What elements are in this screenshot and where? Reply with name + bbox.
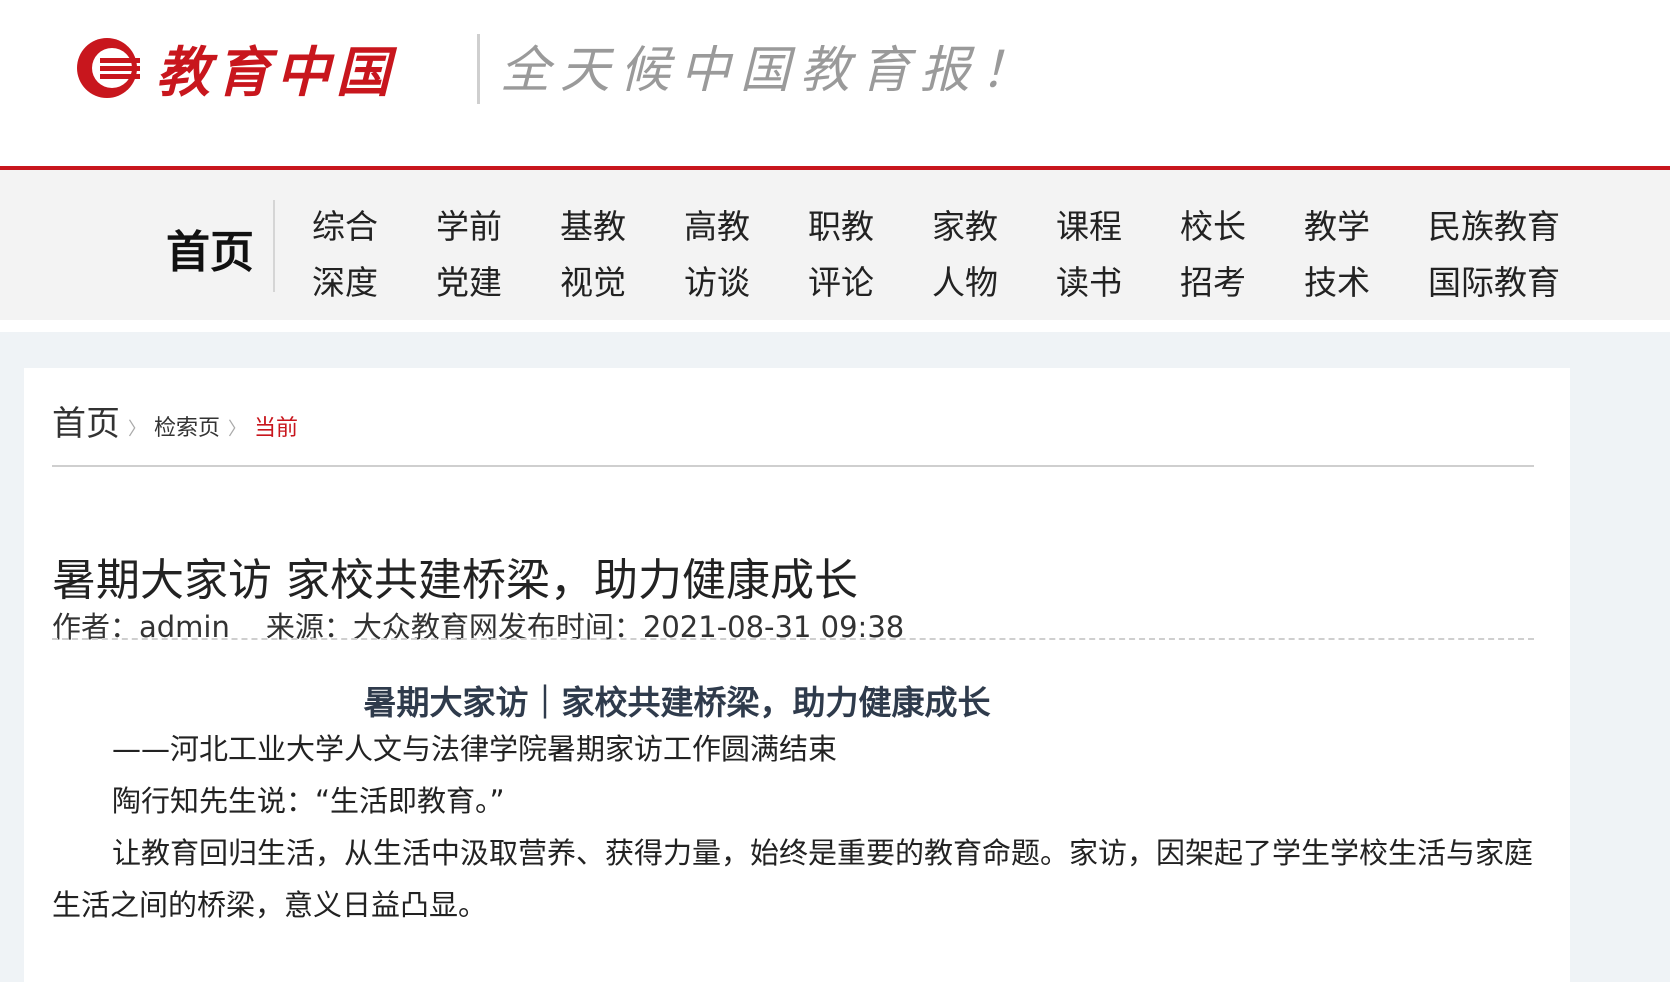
nav-item-jijiao[interactable]: 基教 [560,200,684,248]
breadcrumb-current: 当前 [254,416,299,441]
nav-item-xiaozhang[interactable]: 校长 [1180,200,1304,248]
nav-row-2: 深度 党建 视觉 访谈 评论 人物 读书 招考 技术 国际教育 [312,252,1588,308]
nav-item-renwu[interactable]: 人物 [932,256,1056,304]
nav-row-1: 综合 学前 基教 高教 职教 家教 课程 校长 教学 民族教育 [312,196,1588,252]
nav-item-guoji[interactable]: 国际教育 [1428,256,1588,304]
nav-item-shendu[interactable]: 深度 [312,256,436,304]
breadcrumb: 首页 〉 检索页 〉 当前 [52,396,298,445]
article-paragraph: 让教育回归生活，从生活中汲取营养、获得力量，始终是重要的教育命题。家访，因架起了… [52,836,1534,922]
breadcrumb-search[interactable]: 检索页 [154,410,220,442]
chevron-right-icon: 〉 [228,419,247,440]
article-title: 暑期大家访 家校共建桥梁，助力健康成长 [52,555,858,606]
nav-item-zhaokao[interactable]: 招考 [1180,256,1304,304]
nav-item-pinglun[interactable]: 评论 [808,256,932,304]
article-paragraph: 陶行知先生说：“生活即教育。” [112,784,505,818]
nav-grid: 综合 学前 基教 高教 职教 家教 课程 校长 教学 民族教育 深度 党建 视觉… [312,196,1588,308]
nav-item-dushu[interactable]: 读书 [1056,256,1180,304]
site-slogan: 全天候中国教育报！ [500,41,1040,99]
article-subtitle: 暑期大家访｜家校共建桥梁，助力健康成长 [363,683,991,722]
meta-divider [52,638,1534,640]
nav-divider [273,200,275,292]
nav-home-link[interactable]: 首页 [166,216,254,280]
nav-item-zonghe[interactable]: 综合 [312,200,436,248]
logo-text: 教育中国 [156,40,396,104]
nav-item-xueqian[interactable]: 学前 [436,200,560,248]
nav-item-minzu[interactable]: 民族教育 [1428,200,1588,248]
nav-item-zhijiao[interactable]: 职教 [808,200,932,248]
nav-item-kecheng[interactable]: 课程 [1056,200,1180,248]
nav-item-jiaoxue[interactable]: 教学 [1304,200,1428,248]
slogan-divider [477,34,480,104]
breadcrumb-divider [52,465,1534,467]
logo-e-icon [77,37,140,98]
article-card: 首页 〉 检索页 〉 当前 暑期大家访 家校共建桥梁，助力健康成长 作者：adm… [24,368,1570,982]
nav-item-jishu[interactable]: 技术 [1304,256,1428,304]
breadcrumb-home[interactable]: 首页 [52,396,120,445]
site-header: 教育中国 全天候中国教育报！ [0,0,1670,166]
nav-item-fangtan[interactable]: 访谈 [684,256,808,304]
nav-item-gaojiao[interactable]: 高教 [684,200,808,248]
site-logo[interactable]: 教育中国 [72,28,396,107]
nav-item-shijue[interactable]: 视觉 [560,256,684,304]
article-paragraph: ——河北工业大学人文与法律学院暑期家访工作圆满结束 [112,732,838,766]
chevron-right-icon: 〉 [128,419,146,440]
nav-item-dangjian[interactable]: 党建 [436,256,560,304]
main-nav: 首页 综合 学前 基教 高教 职教 家教 课程 校长 教学 民族教育 深度 党建… [0,170,1670,320]
nav-item-jiajiao[interactable]: 家教 [932,200,1056,248]
